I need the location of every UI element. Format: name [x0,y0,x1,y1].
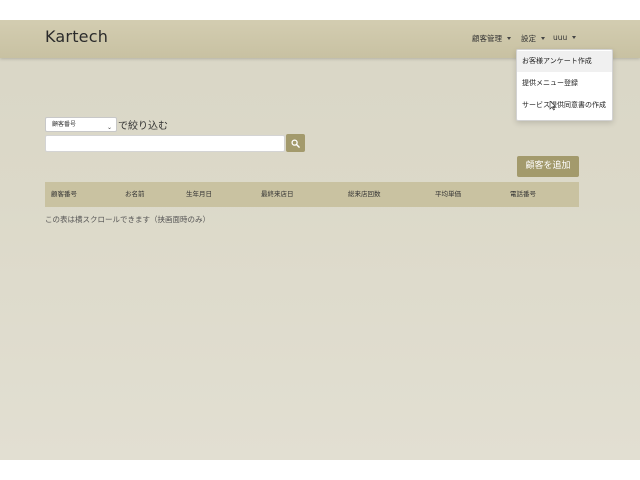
column-header-birthdate[interactable]: 生年月日 [186,182,212,207]
add-customer-button[interactable]: 顧客を追加 [517,156,579,177]
menu-item-consent-form-create[interactable]: サービス提供同意書の作成 [517,95,612,116]
column-header-average-price[interactable]: 平均単価 [435,182,461,207]
search-input[interactable] [45,135,285,152]
nav-user[interactable]: uuu [553,33,577,42]
app-window: Kartech 顧客管理 設定 uuu お客様アンケート作成 提供メニュー登録 … [0,20,640,460]
filter-field-select[interactable]: 顧客番号 ⌄ [45,117,117,132]
scroll-hint-text: この表は横スクロールできます（挟画面時のみ） [45,215,210,224]
column-header-name[interactable]: お名前 [125,182,145,207]
menu-item-survey-create[interactable]: お客様アンケート作成 [517,51,612,72]
search-button[interactable] [286,134,305,152]
nav-settings[interactable]: 設定 [521,33,545,44]
caret-down-icon [572,36,577,39]
column-header-customer-number[interactable]: 顧客番号 [51,182,77,207]
nav-settings-label: 設定 [521,34,536,43]
customer-table-header: 顧客番号 お名前 生年月日 最終来店日 総来店回数 平均単価 電話番号 [45,182,579,207]
filter-field-select-value: 顧客番号 [52,121,77,128]
chevron-down-icon: ⌄ [106,124,112,131]
column-header-total-visits[interactable]: 総来店回数 [348,182,381,207]
search-icon [291,138,300,148]
nav-user-label: uuu [553,33,568,42]
brand-logo[interactable]: Kartech [45,27,108,46]
column-header-last-visit[interactable]: 最終来店日 [261,182,294,207]
nav-customer-management-label: 顧客管理 [472,34,502,43]
caret-down-icon [507,37,511,40]
column-header-phone[interactable]: 電話番号 [510,182,536,207]
filter-label: で絞り込む [118,121,168,132]
caret-down-icon [541,37,545,40]
settings-dropdown-menu: お客様アンケート作成 提供メニュー登録 サービス提供同意書の作成 [516,49,613,121]
mouse-pointer-icon [549,101,557,111]
menu-item-service-menu-register[interactable]: 提供メニュー登録 [517,73,612,94]
nav-customer-management[interactable]: 顧客管理 [472,33,511,44]
